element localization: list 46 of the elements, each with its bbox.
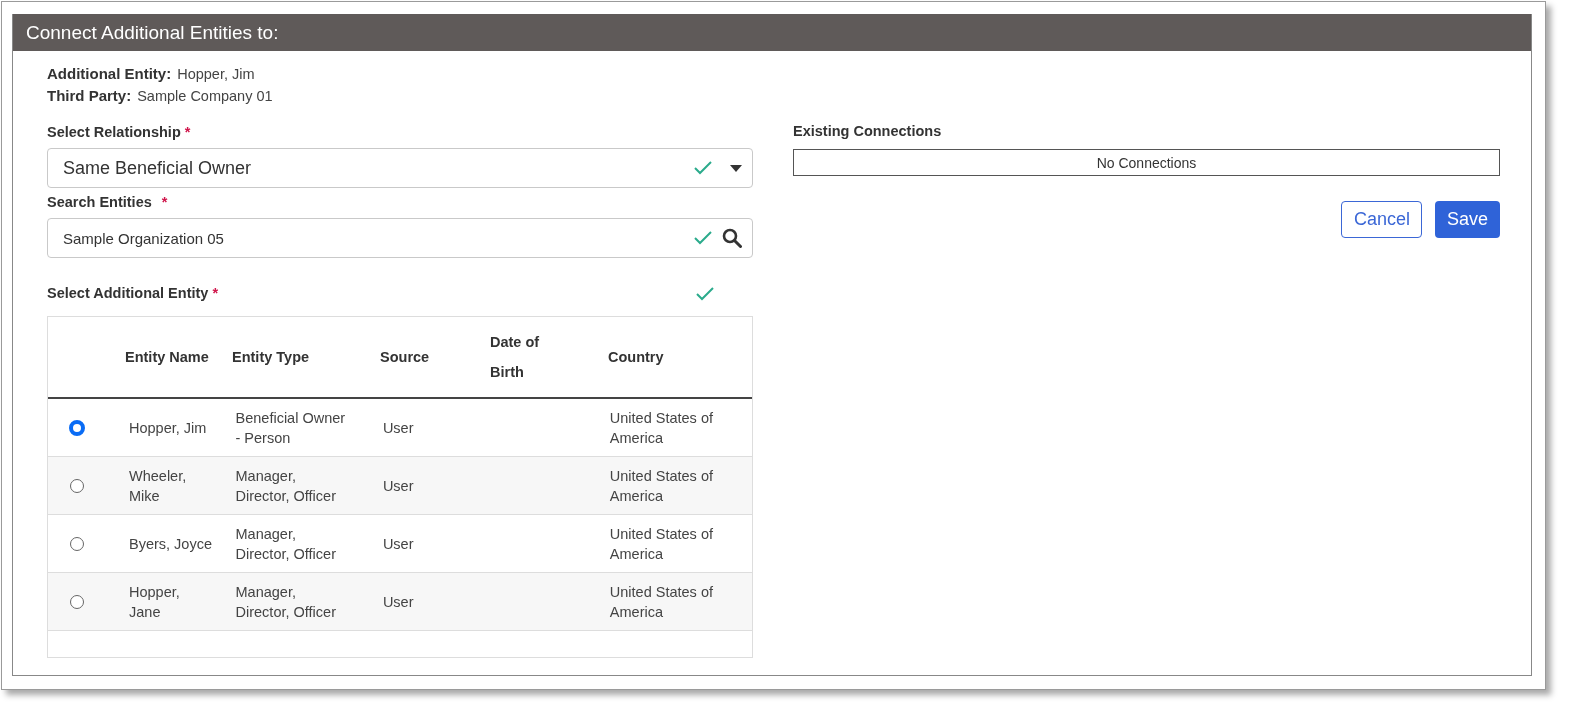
caret-icon <box>730 164 742 172</box>
table-cell: Hopper, Jane <box>129 583 180 620</box>
column-header: Entity Name <box>125 349 209 365</box>
radio-button[interactable] <box>70 478 84 493</box>
radio-button[interactable] <box>70 594 84 609</box>
panel-title: Connect Additional Entities to: <box>26 21 279 44</box>
table-cell: User <box>382 477 414 494</box>
column-header: Source <box>380 349 430 365</box>
empty-message: No Connections <box>1096 154 1197 171</box>
cancel-button[interactable]: Cancel <box>1341 201 1422 238</box>
table-cell: User <box>382 419 414 436</box>
table-cell: United States of America <box>609 583 713 620</box>
table-cell: Hopper, Jim <box>129 419 207 436</box>
table-cell: United States of America <box>609 409 713 446</box>
column-header: Entity Type <box>232 349 310 365</box>
table-cell: Manager, Director, Officer <box>235 525 336 562</box>
summary-value: Sample Company 01 <box>137 88 273 104</box>
required-asterisk: * <box>184 124 191 140</box>
search-field[interactable]: Sample Organization 05 <box>47 218 753 258</box>
save-button[interactable]: Save <box>1435 201 1500 238</box>
table-cell: United States of America <box>609 525 713 562</box>
field-label: Select Additional Entity <box>47 285 209 301</box>
table-cell: Wheeler, Mike <box>129 467 187 504</box>
field-label: Search Entities <box>47 194 152 210</box>
radio-button[interactable] <box>69 419 85 436</box>
summary-value: Hopper, Jim <box>177 66 255 82</box>
column-header: Country <box>608 349 664 365</box>
table-row[interactable]: Wheeler, Mike Manager, Director, Officer User United States of America <box>48 457 752 515</box>
table-row[interactable]: Hopper, Jane Manager, Director, Officer User United States of America <box>48 573 752 631</box>
search-icon[interactable] <box>722 228 742 248</box>
table-cell: Manager, Director, Officer <box>235 583 336 620</box>
table-cell: United States of America <box>609 467 713 504</box>
table-cell: User <box>382 535 414 552</box>
column-header: Date of Birth <box>490 334 540 380</box>
summary-label: Additional Entity: <box>47 65 172 82</box>
radio-button[interactable] <box>70 536 84 551</box>
required-asterisk: * <box>161 194 168 210</box>
section-label: Existing Connections <box>793 123 942 139</box>
table-cell: Manager, Director, Officer <box>235 467 336 504</box>
required-asterisk: * <box>212 285 219 301</box>
field-label: Select Relationship <box>47 124 181 140</box>
table-cell: Byers, Joyce <box>129 535 212 552</box>
summary-label: Third Party: <box>47 87 132 104</box>
relationship-dropdown[interactable]: Same Beneficial Owner <box>47 148 753 188</box>
table-cell: Beneficial Owner - Person <box>235 409 346 446</box>
table-cell: User <box>382 593 414 610</box>
